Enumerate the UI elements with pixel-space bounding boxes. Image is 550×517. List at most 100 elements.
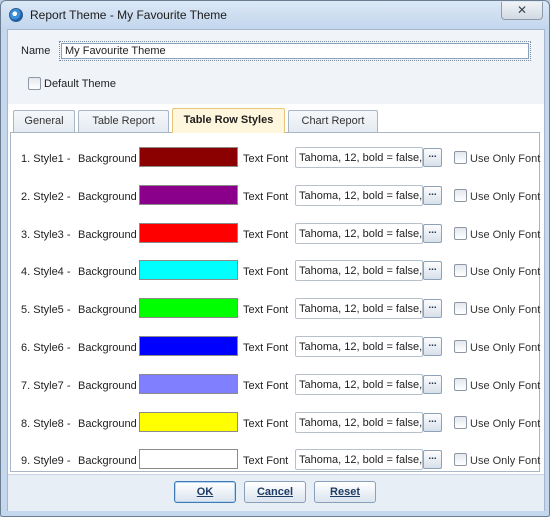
background-color-swatch[interactable]: [139, 412, 238, 432]
use-only-font-label[interactable]: Use Only Font: [470, 455, 540, 467]
title-bar[interactable]: Report Theme - My Favourite Theme ✕: [1, 1, 549, 29]
use-only-font-label[interactable]: Use Only Font: [470, 266, 540, 278]
use-only-font-checkbox[interactable]: [454, 227, 467, 240]
theme-settings-panel: Name Default Theme: [8, 30, 544, 104]
style-row-label: 6. Style6 -: [21, 342, 71, 354]
style-row-label: 2. Style2 -: [21, 191, 71, 203]
tab-chart-report[interactable]: Chart Report: [288, 110, 378, 132]
background-color-swatch[interactable]: [139, 147, 238, 167]
text-font-label: Text Font: [243, 191, 289, 203]
font-picker-button[interactable]: ...: [423, 224, 442, 243]
font-picker-button[interactable]: ...: [423, 450, 442, 469]
text-font-label: Text Font: [243, 418, 289, 430]
use-only-font-label[interactable]: Use Only Font: [470, 304, 540, 316]
reset-button[interactable]: Reset: [314, 481, 376, 503]
use-only-font-label[interactable]: Use Only Font: [470, 342, 540, 354]
use-only-font-checkbox[interactable]: [454, 453, 467, 466]
close-icon: ✕: [516, 3, 528, 17]
background-label: Background: [78, 455, 137, 467]
button-bar: OK Cancel Reset: [8, 474, 544, 511]
ok-button[interactable]: OK: [174, 481, 236, 503]
text-font-field[interactable]: Tahoma, 12, bold = false, italic = false: [295, 336, 423, 357]
background-color-swatch[interactable]: [139, 223, 238, 243]
use-only-font-checkbox[interactable]: [454, 416, 467, 429]
text-font-label: Text Font: [243, 304, 289, 316]
name-label: Name: [21, 45, 51, 57]
background-label: Background: [78, 380, 137, 392]
background-label: Background: [78, 229, 137, 241]
tab-table-row-styles[interactable]: Table Row Styles: [172, 108, 285, 133]
use-only-font-label[interactable]: Use Only Font: [470, 229, 540, 241]
name-input[interactable]: [59, 41, 531, 61]
text-font-label: Text Font: [243, 455, 289, 467]
style-row: 3. Style3 - Background Text Font Tahoma, 12…: [11, 223, 541, 247]
style-row: 5. Style5 - Background Text Font Tahoma, 12…: [11, 298, 541, 322]
use-only-font-label[interactable]: Use Only Font: [470, 153, 540, 165]
text-font-field[interactable]: Tahoma, 12, bold = false, italic = false: [295, 260, 423, 281]
text-font-field[interactable]: Tahoma, 12, bold = false, italic = false: [295, 223, 423, 244]
background-color-swatch[interactable]: [139, 298, 238, 318]
text-font-label: Text Font: [243, 153, 289, 165]
use-only-font-checkbox[interactable]: [454, 151, 467, 164]
text-font-field[interactable]: Tahoma, 12, bold = false, italic = false: [295, 147, 423, 168]
style-row-label: 1. Style1 -: [21, 153, 71, 165]
font-picker-button[interactable]: ...: [423, 337, 442, 356]
text-font-field[interactable]: Tahoma, 12, bold = false, italic = false: [295, 412, 423, 433]
text-font-field[interactable]: Tahoma, 12, bold = false, italic = false: [295, 374, 423, 395]
style-row-label: 5. Style5 -: [21, 304, 71, 316]
table-row-styles-panel: 1. Style1 - Background Text Font Tahoma, 12…: [10, 132, 540, 472]
window-title: Report Theme - My Favourite Theme: [30, 8, 227, 22]
style-row-label: 3. Style3 -: [21, 229, 71, 241]
use-only-font-checkbox[interactable]: [454, 264, 467, 277]
style-row: 7. Style7 - Background Text Font Tahoma, 12…: [11, 374, 541, 398]
font-picker-button[interactable]: ...: [423, 299, 442, 318]
font-picker-button[interactable]: ...: [423, 413, 442, 432]
use-only-font-checkbox[interactable]: [454, 189, 467, 202]
dialog-body: Name Default Theme General Table Report …: [7, 29, 545, 511]
style-row-label: 7. Style7 -: [21, 380, 71, 392]
app-icon: [9, 8, 23, 22]
text-font-field[interactable]: Tahoma, 12, bold = false, italic = false: [295, 449, 423, 470]
style-row-label: 4. Style4 -: [21, 266, 71, 278]
style-row: 6. Style6 - Background Text Font Tahoma, 12…: [11, 336, 541, 360]
font-picker-button[interactable]: ...: [423, 261, 442, 280]
background-label: Background: [78, 153, 137, 165]
background-color-swatch[interactable]: [139, 336, 238, 356]
background-color-swatch[interactable]: [139, 185, 238, 205]
background-color-swatch[interactable]: [139, 374, 238, 394]
use-only-font-checkbox[interactable]: [454, 378, 467, 391]
background-color-swatch[interactable]: [139, 449, 238, 469]
text-font-label: Text Font: [243, 380, 289, 392]
font-picker-button[interactable]: ...: [423, 148, 442, 167]
style-row: 9. Style9 - Background Text Font Tahoma, 12…: [11, 449, 541, 473]
text-font-label: Text Font: [243, 342, 289, 354]
style-row-label: 9. Style9 -: [21, 455, 71, 467]
use-only-font-label[interactable]: Use Only Font: [470, 418, 540, 430]
use-only-font-label[interactable]: Use Only Font: [470, 191, 540, 203]
default-theme-label[interactable]: Default Theme: [44, 78, 116, 90]
background-color-swatch[interactable]: [139, 260, 238, 280]
style-row: 1. Style1 - Background Text Font Tahoma, 12…: [11, 147, 541, 171]
use-only-font-checkbox[interactable]: [454, 302, 467, 315]
background-label: Background: [78, 191, 137, 203]
default-theme-checkbox[interactable]: [28, 77, 41, 90]
text-font-label: Text Font: [243, 229, 289, 241]
font-picker-button[interactable]: ...: [423, 186, 442, 205]
style-row: 4. Style4 - Background Text Font Tahoma, 12…: [11, 260, 541, 284]
ok-button-label: OK: [196, 486, 214, 498]
text-font-field[interactable]: Tahoma, 12, bold = false, italic = false: [295, 298, 423, 319]
use-only-font-checkbox[interactable]: [454, 340, 467, 353]
close-button[interactable]: ✕: [501, 2, 543, 20]
background-label: Background: [78, 266, 137, 278]
text-font-field[interactable]: Tahoma, 12, bold = false, italic = false: [295, 185, 423, 206]
use-only-font-label[interactable]: Use Only Font: [470, 380, 540, 392]
font-picker-button[interactable]: ...: [423, 375, 442, 394]
tab-table-report[interactable]: Table Report: [78, 110, 169, 132]
report-theme-dialog: Report Theme - My Favourite Theme ✕ Name…: [0, 0, 550, 517]
style-row: 8. Style8 - Background Text Font Tahoma, 12…: [11, 412, 541, 436]
reset-button-label: Reset: [330, 486, 360, 498]
tab-general[interactable]: General: [13, 110, 75, 132]
cancel-button[interactable]: Cancel: [244, 481, 306, 503]
style-row-label: 8. Style8 -: [21, 418, 71, 430]
background-label: Background: [78, 418, 137, 430]
